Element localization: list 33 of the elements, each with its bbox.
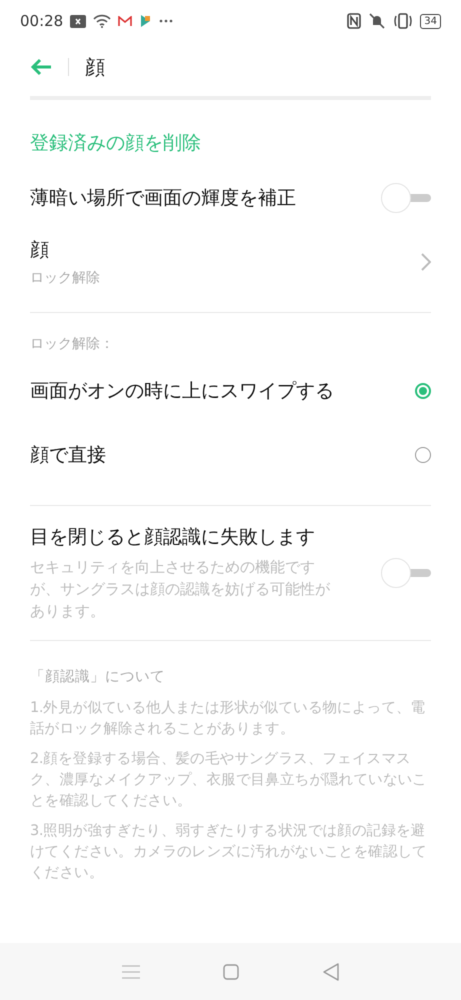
notification-icon [70, 14, 86, 28]
mail-icon [118, 16, 132, 26]
option-label: 顔で直接 [30, 443, 106, 468]
note-paragraph: 3.照明が強すぎたり、弱すぎたりする状況では顔の記録を避けてください。カメラのレンズに汚れがないことを確認してください。 [30, 822, 428, 883]
radio-button[interactable] [415, 447, 431, 463]
radio-button[interactable] [415, 383, 431, 399]
wifi-icon [93, 14, 112, 28]
setting-label: 薄暗い場所で画面の輝度を補正 [30, 186, 296, 211]
nfc-icon [347, 13, 362, 29]
vibrate-icon [393, 13, 414, 29]
home-square-icon[interactable] [223, 964, 240, 980]
menu-icon[interactable] [122, 964, 140, 978]
back-arrow-icon[interactable] [30, 58, 52, 76]
battery-indicator: 34 [420, 14, 441, 28]
delete-face-link[interactable]: 登録済みの顔を削除 [30, 130, 431, 166]
more-icon [159, 19, 174, 23]
setting-label: 目を閉じると顔認識に失敗します [30, 525, 316, 550]
chevron-right-icon[interactable] [421, 253, 431, 271]
section-heading: ロック解除： [30, 335, 115, 353]
back-triangle-icon[interactable] [323, 962, 340, 980]
toggle-switch[interactable] [381, 558, 431, 588]
setting-description: セキュリティを向上させるための機能ですが、サングラスは顔の認識を妨げる可能性があります。 [30, 557, 330, 622]
page-title: 顔 [85, 54, 105, 80]
setting-label: 顔 [30, 238, 50, 263]
toggle-switch[interactable] [381, 183, 431, 213]
option-label: 画面がオンの時に上にスワイプする [30, 379, 334, 404]
note-paragraph: 2.顔を登録する場合、髪の毛やサングラス、フェイスマスク、濃厚なメイクアップ、衣服で目鼻立ちが隠れていないことを確認してください。 [30, 750, 428, 811]
setting-sublabel: ロック解除 [30, 269, 100, 287]
muted-bell-icon [368, 13, 386, 29]
app-icon [139, 14, 152, 28]
note-paragraph: 1.外見が似ている他人または形状が似ている物によって、電話がロック解除されることがあります。 [30, 699, 426, 739]
about-heading: 「顔認識」について [30, 668, 166, 686]
status-time: 00:28 [20, 12, 64, 30]
